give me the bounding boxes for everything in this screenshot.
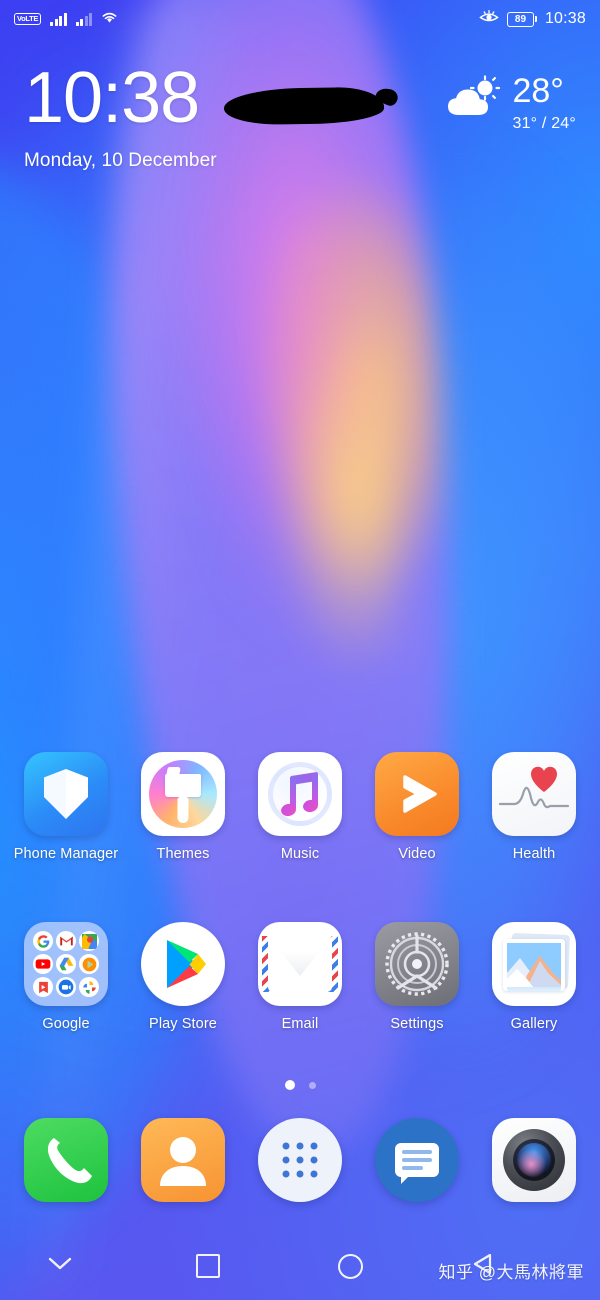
person-icon[interactable]	[141, 1118, 225, 1202]
app-grid-row-2: Google Play Store Email Settings Gallery	[0, 922, 600, 1032]
clock-date: Monday, 10 December	[24, 150, 217, 171]
google-play-movies-icon	[33, 977, 53, 997]
gmail-icon	[56, 931, 76, 951]
app-label: Health	[512, 846, 556, 862]
app-label: Music	[280, 846, 320, 862]
app-phone-manager[interactable]: Phone Manager	[14, 752, 118, 862]
eye-comfort-icon	[479, 9, 499, 29]
paintbrush-icon[interactable]	[141, 752, 225, 836]
app-grid-row-1: Phone Manager Themes Music Video Health	[0, 752, 600, 862]
status-bar-right-group: 89 10:38	[479, 9, 586, 29]
hide-navbar-button[interactable]	[0, 1232, 120, 1300]
square-icon	[196, 1254, 220, 1278]
dock-item-messages[interactable]	[365, 1118, 469, 1202]
weather-current-temp: 28°	[512, 72, 564, 110]
youtube-icon	[33, 954, 53, 974]
google-play-music-icon	[79, 954, 99, 974]
play-icon[interactable]	[375, 752, 459, 836]
app-label: Phone Manager	[13, 846, 119, 862]
status-bar-left-group: VoLTE	[14, 10, 118, 29]
grid-dots-icon[interactable]	[258, 1118, 342, 1202]
envelope-icon[interactable]	[258, 922, 342, 1006]
volte-icon: VoLTE	[14, 13, 42, 25]
page-indicator	[0, 1080, 600, 1090]
chevron-down-icon	[47, 1256, 73, 1277]
dock-item-app-drawer[interactable]	[248, 1118, 352, 1202]
app-label: Play Store	[149, 1016, 217, 1032]
status-bar[interactable]: VoLTE 89 10:38	[0, 0, 600, 38]
clock-block[interactable]: 10:38	[24, 58, 385, 138]
home-button[interactable]	[290, 1232, 410, 1300]
app-label: Video	[398, 846, 436, 862]
redacted-location-scribble	[223, 86, 385, 126]
gear-icon[interactable]	[375, 922, 459, 1006]
app-email[interactable]: Email	[248, 922, 352, 1032]
clock-weather-widget[interactable]: 10:38 28° 31° / 24° Monday, 10 December	[0, 62, 600, 172]
wifi-icon	[101, 10, 118, 29]
google-drive-icon	[56, 954, 76, 974]
dock-item-phone[interactable]	[14, 1118, 118, 1202]
battery-level-label: 89	[506, 11, 534, 27]
clock-time: 10:38	[24, 58, 200, 138]
app-video[interactable]: Video	[365, 752, 469, 862]
music-note-icon[interactable]	[258, 752, 342, 836]
circle-icon	[337, 1253, 363, 1279]
app-play-store[interactable]: Play Store	[131, 922, 235, 1032]
wallpaper	[0, 0, 600, 1300]
weather-high-low: 31° / 24°	[512, 115, 576, 132]
weather-temps: 28° 31° / 24°	[512, 74, 576, 133]
battery-icon: 89	[506, 11, 537, 27]
dock	[0, 1118, 600, 1202]
folder-icon[interactable]	[24, 922, 108, 1006]
phone-handset-icon[interactable]	[24, 1118, 108, 1202]
signal-bars-weak-icon	[75, 12, 93, 26]
page-dot-active[interactable]	[284, 1080, 295, 1090]
google-duo-icon	[56, 977, 76, 997]
widget-top-row: 10:38 28° 31° / 24°	[24, 62, 576, 134]
chat-bubble-icon[interactable]	[375, 1118, 459, 1202]
app-themes[interactable]: Themes	[131, 752, 235, 862]
camera-lens-icon[interactable]	[492, 1118, 576, 1202]
heart-ecg-icon[interactable]	[492, 752, 576, 836]
signal-bars-full-icon	[50, 12, 67, 26]
app-label: Google	[42, 1016, 90, 1032]
app-google-folder[interactable]: Google	[14, 922, 118, 1032]
page-dot-inactive[interactable]	[308, 1081, 316, 1089]
dock-item-contacts[interactable]	[131, 1118, 235, 1202]
status-bar-clock: 10:38	[544, 10, 586, 27]
app-settings[interactable]: Settings	[365, 922, 469, 1032]
app-gallery[interactable]: Gallery	[482, 922, 586, 1032]
app-label: Themes	[156, 846, 210, 862]
google-photos-icon	[79, 977, 99, 997]
app-label: Settings	[390, 1016, 444, 1032]
app-label: Gallery	[510, 1016, 558, 1032]
dock-item-camera[interactable]	[482, 1118, 586, 1202]
google-search-icon	[33, 931, 53, 951]
shield-icon[interactable]	[24, 752, 108, 836]
google-maps-icon	[79, 931, 99, 951]
zhihu-watermark: 知乎 @大馬林將軍	[438, 1263, 584, 1282]
recents-button[interactable]	[148, 1232, 268, 1300]
app-label: Email	[281, 1016, 319, 1032]
battery-nub	[534, 16, 537, 22]
weather-widget[interactable]: 28° 31° / 24°	[445, 62, 576, 133]
app-health[interactable]: Health	[482, 752, 586, 862]
photo-stack-icon[interactable]	[492, 922, 576, 1006]
play-store-icon[interactable]	[141, 922, 225, 1006]
partly-cloudy-icon	[445, 74, 503, 120]
app-music[interactable]: Music	[248, 752, 352, 862]
